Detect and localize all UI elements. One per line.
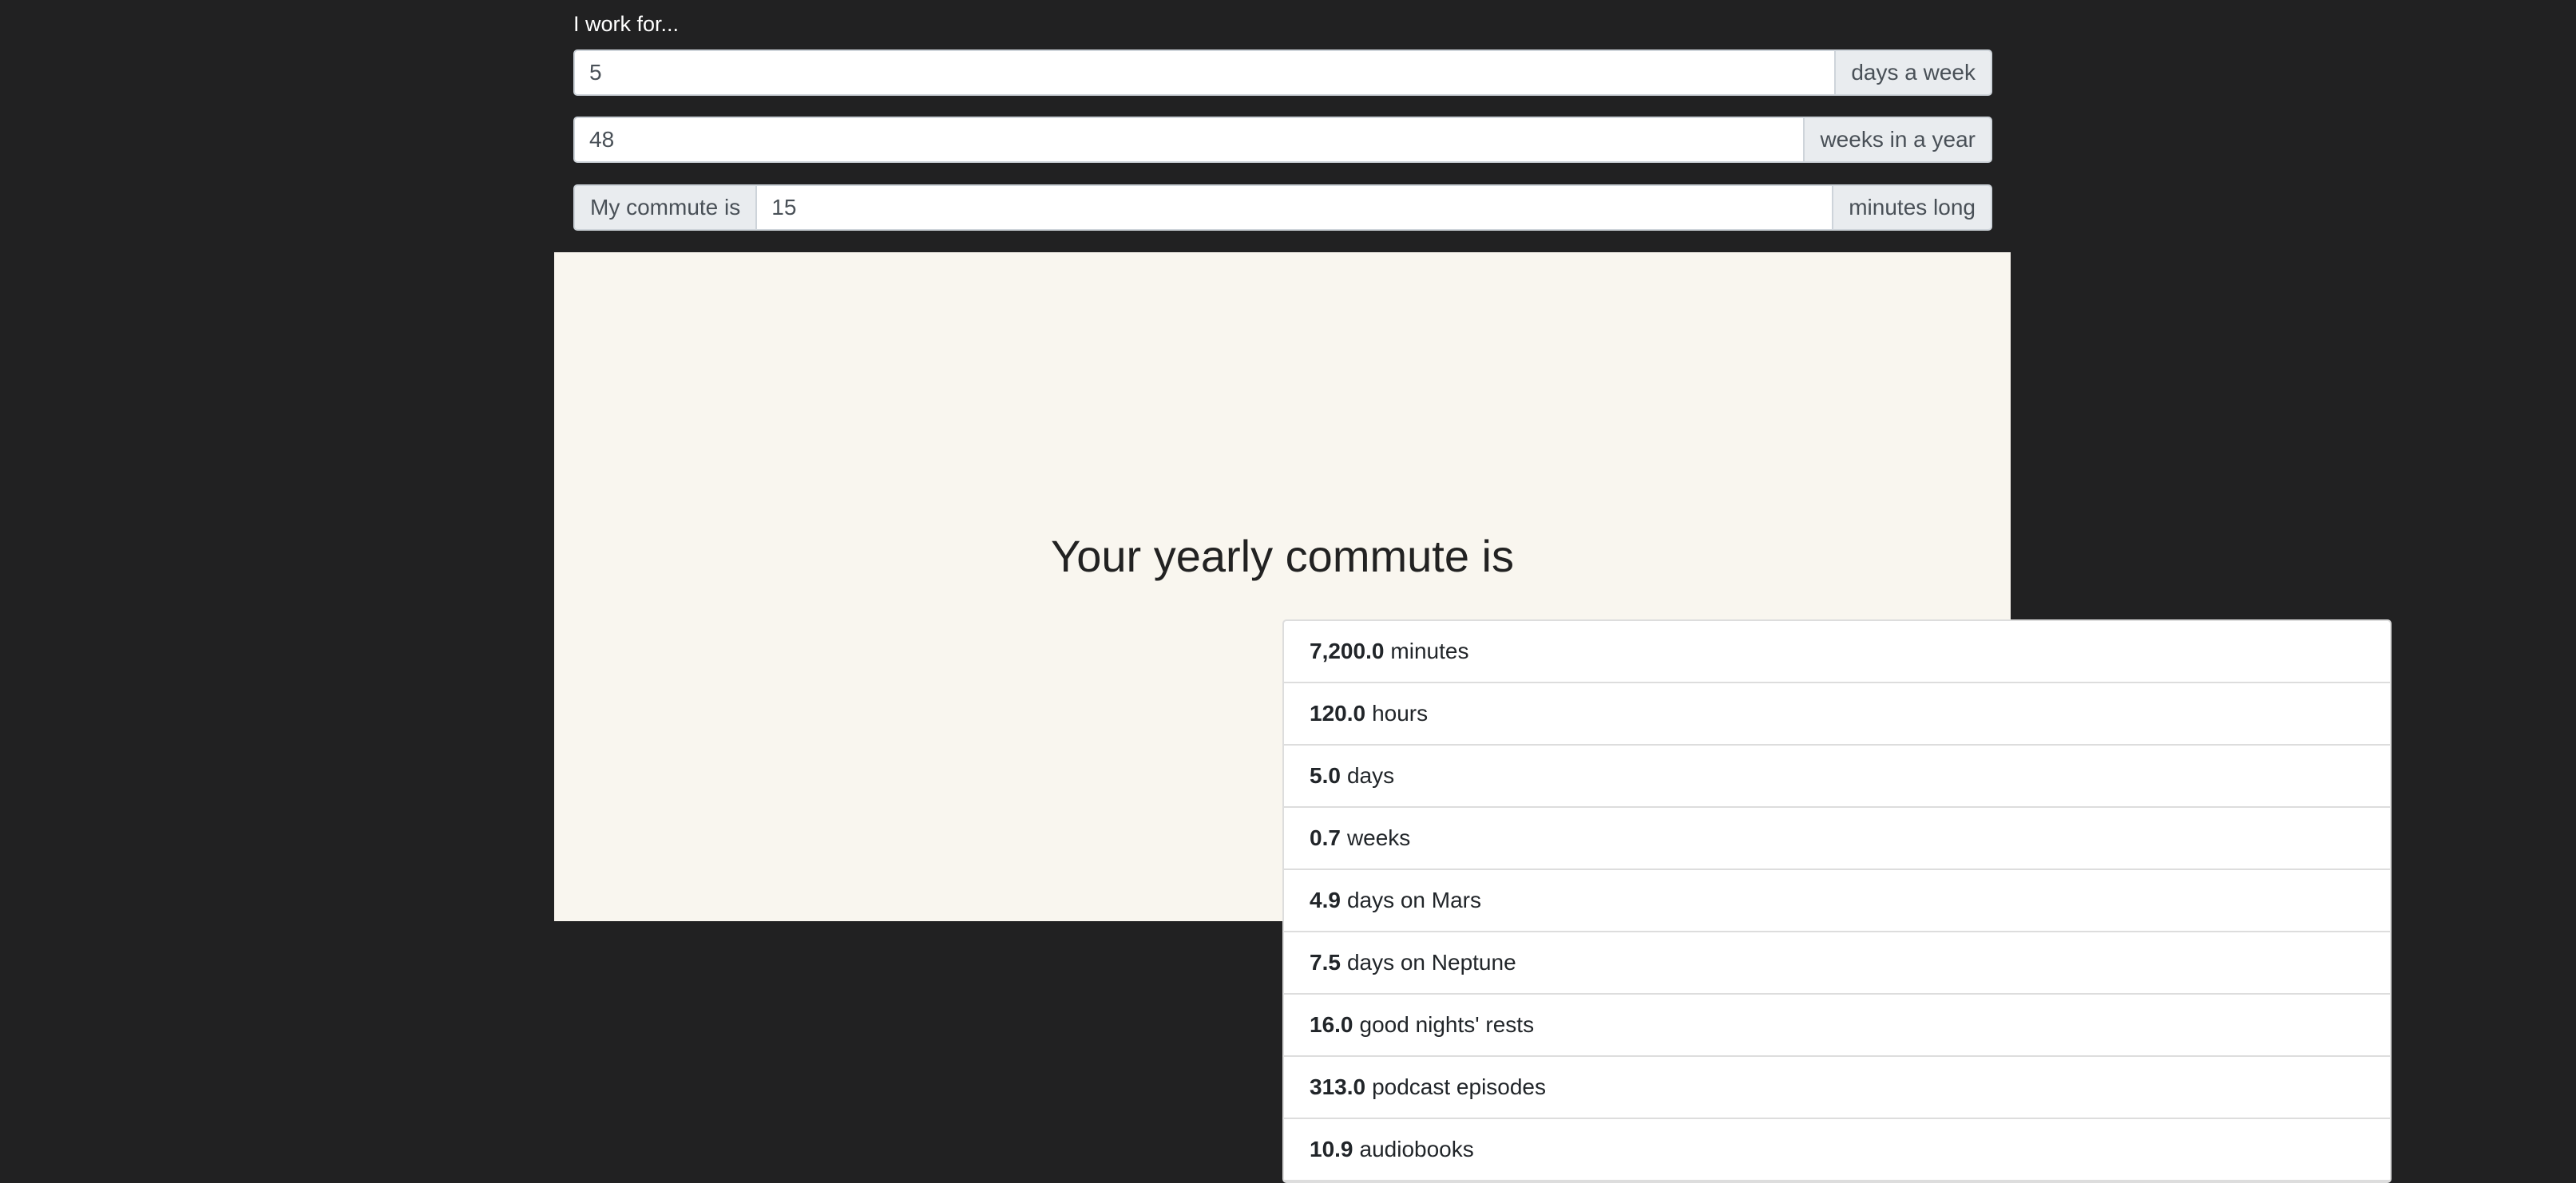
weeks-per-year-suffix: weeks in a year bbox=[1805, 117, 1992, 163]
result-unit: good nights' rests bbox=[1359, 1012, 1535, 1037]
result-item-mars-days: 4.9 days on Mars bbox=[1284, 870, 2390, 932]
results-title: Your yearly commute is bbox=[1051, 531, 1514, 581]
result-value: 120.0 bbox=[1310, 701, 1366, 726]
result-item-minutes: 7,200.0 minutes bbox=[1284, 621, 2390, 683]
result-value: 16.0 bbox=[1310, 1012, 1353, 1037]
result-value: 7,200.0 bbox=[1310, 639, 1385, 663]
result-item-hours: 120.0 hours bbox=[1284, 683, 2390, 746]
commute-length-input[interactable] bbox=[755, 184, 1834, 231]
days-per-week-group: days a week bbox=[573, 49, 1992, 96]
results-panel: Your yearly commute is 7,200.0 minutes 12… bbox=[554, 252, 2392, 1183]
form-intro-label: I work for... bbox=[573, 12, 680, 36]
results-list: 7,200.0 minutes 120.0 hours 5.0 days 0.7 wee… bbox=[1282, 619, 2392, 1183]
result-unit: days bbox=[1346, 763, 1395, 788]
commute-length-suffix: minutes long bbox=[1833, 184, 1992, 231]
result-unit: minutes bbox=[1390, 639, 1469, 663]
result-value: 0.7 bbox=[1310, 825, 1341, 850]
result-unit: days on Neptune bbox=[1346, 950, 1516, 975]
result-unit: podcast episodes bbox=[1372, 1074, 1547, 1099]
result-item-days: 5.0 days bbox=[1284, 746, 2390, 808]
weeks-per-year-group: weeks in a year bbox=[573, 117, 1992, 163]
result-unit: days on Mars bbox=[1346, 888, 1482, 912]
result-value: 313.0 bbox=[1310, 1074, 1366, 1099]
commute-length-group: My commute is minutes long bbox=[573, 184, 1992, 231]
days-per-week-input[interactable] bbox=[573, 49, 1837, 96]
result-item-audiobooks: 10.9 audiobooks bbox=[1284, 1119, 2390, 1181]
weeks-per-year-input[interactable] bbox=[573, 117, 1805, 163]
result-item-nights-rest: 16.0 good nights' rests bbox=[1284, 995, 2390, 1057]
result-item-weeks: 0.7 weeks bbox=[1284, 808, 2390, 870]
commute-length-prefix: My commute is bbox=[573, 184, 756, 231]
result-unit: weeks bbox=[1346, 825, 1411, 850]
days-per-week-suffix: days a week bbox=[1836, 49, 1992, 96]
result-value: 7.5 bbox=[1310, 950, 1341, 975]
result-unit: hours bbox=[1372, 701, 1429, 726]
result-item-podcast-episodes: 313.0 podcast episodes bbox=[1284, 1057, 2390, 1119]
result-unit: audiobooks bbox=[1359, 1137, 1474, 1161]
result-value: 5.0 bbox=[1310, 763, 1341, 788]
result-value: 10.9 bbox=[1310, 1137, 1353, 1161]
result-value: 4.9 bbox=[1310, 888, 1341, 912]
result-item-neptune-days: 7.5 days on Neptune bbox=[1284, 932, 2390, 995]
